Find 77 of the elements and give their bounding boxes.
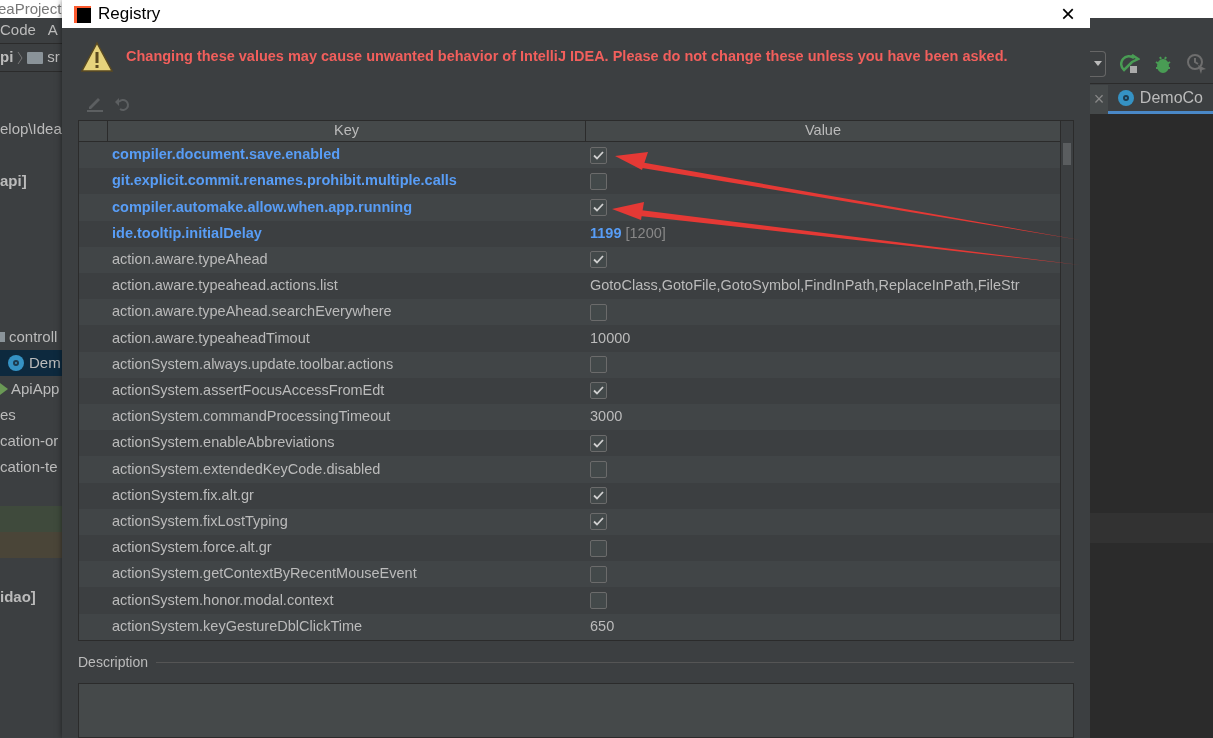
registry-key: actionSystem.keyGestureDblClickTime <box>112 617 363 634</box>
registry-value: 650 <box>590 616 615 636</box>
checkbox[interactable] <box>590 487 607 505</box>
tree-item[interactable]: api] <box>0 169 27 193</box>
scrollbar[interactable] <box>1060 121 1073 640</box>
breadcrumb-item[interactable]: sr <box>47 46 60 69</box>
tree-item[interactable]: controll <box>9 325 58 349</box>
folder-icon <box>27 51 44 64</box>
column-header[interactable]: Key <box>108 121 586 141</box>
menu-item[interactable]: A <box>47 19 58 42</box>
check-icon <box>593 491 604 501</box>
registry-value: GotoClass,GotoFile,GotoSymbol,FindInPath,ReplaceInPath,FileStr <box>590 276 1020 296</box>
column-header[interactable]: Value <box>586 121 1060 141</box>
registry-value: 3000 <box>590 407 623 427</box>
checkbox[interactable] <box>590 565 607 583</box>
checkbox[interactable] <box>590 251 607 269</box>
registry-key: actionSystem.enableAbbreviations <box>112 434 335 451</box>
class-icon <box>1117 89 1134 106</box>
checkbox[interactable] <box>590 303 607 321</box>
warning-icon <box>80 41 114 73</box>
leaf-icon <box>0 381 8 397</box>
menu-item[interactable]: Code <box>0 19 36 42</box>
registry-key: action.aware.typeaheadTimout <box>112 329 310 346</box>
checkbox[interactable] <box>590 199 607 216</box>
default-value: [1200] <box>625 223 666 243</box>
chevron-icon <box>17 50 24 65</box>
registry-key: action.aware.typeAhead <box>112 251 268 268</box>
registry-key: actionSystem.fixLostTyping <box>112 513 288 530</box>
registry-key: compiler.automake.allow.when.app.running <box>112 198 412 215</box>
registry-value: 10000 <box>590 328 631 348</box>
registry-key: ide.tooltip.initialDelay <box>112 224 262 241</box>
registry-key: actionSystem.honor.modal.context <box>112 591 334 608</box>
dropdown-field[interactable] <box>1090 50 1106 77</box>
checkbox[interactable] <box>590 356 607 374</box>
registry-key: actionSystem.extendedKeyCode.disabled <box>112 460 381 477</box>
check-icon <box>593 386 604 396</box>
registry-key: git.explicit.commit.renames.prohibit.multiple.calls <box>112 172 457 189</box>
tree-item[interactable]: Dem <box>0 350 62 376</box>
checkbox[interactable] <box>590 146 607 164</box>
registry-key: actionSystem.commandProcessingTimeout <box>112 408 391 425</box>
tree-item[interactable]: idao] <box>0 585 36 609</box>
registry-key: action.aware.typeAhead.searchEverywhere <box>112 303 392 320</box>
checkbox[interactable] <box>590 539 607 557</box>
registry-key: compiler.document.save.enabled <box>112 146 341 163</box>
tree-item[interactable]: cation-or <box>0 429 59 453</box>
tree-item[interactable]: cation-te <box>0 455 58 479</box>
check-icon <box>593 203 604 212</box>
check-icon <box>593 255 604 265</box>
window-title: Registry <box>98 3 161 26</box>
check-icon <box>593 517 604 527</box>
registry-value: 1199 <box>590 223 622 243</box>
checkbox[interactable] <box>590 434 607 452</box>
checkbox[interactable] <box>590 592 607 610</box>
registry-key: actionSystem.force.alt.gr <box>112 539 272 556</box>
close-button[interactable]: × <box>1046 0 1090 28</box>
checkbox[interactable] <box>590 513 607 531</box>
profiler-icon[interactable] <box>1186 52 1208 75</box>
folder-icon <box>0 332 5 342</box>
registry-key: actionSystem.assertFocusAccessFromEdt <box>112 382 385 399</box>
registry-key: actionSystem.fix.alt.gr <box>112 486 254 503</box>
app-logo-icon <box>74 5 91 23</box>
rerun-icon[interactable] <box>1120 53 1140 74</box>
breadcrumb-item[interactable]: pi <box>0 46 14 69</box>
check-icon <box>593 438 604 448</box>
tree-item[interactable]: ApiApp <box>11 377 60 401</box>
check-icon <box>593 150 604 160</box>
warning-message: Changing these values may cause unwanted behavior of IntelliJ IDEA. Please do not change these unless you have been asked. <box>126 47 1008 67</box>
registry-key: actionSystem.always.update.toolbar.actions <box>112 355 394 372</box>
section-label: Description <box>78 652 149 672</box>
tree-item[interactable]: elop\Idea <box>0 117 62 141</box>
tree-item[interactable]: es <box>0 403 16 427</box>
checkbox[interactable] <box>590 461 607 479</box>
checkbox[interactable] <box>590 172 607 190</box>
registry-key: actionSystem.getContextByRecentMouseEvent <box>112 565 417 582</box>
checkbox[interactable] <box>590 382 607 400</box>
class-icon <box>8 355 24 371</box>
registry-key: action.aware.typeahead.actions.list <box>112 277 338 294</box>
